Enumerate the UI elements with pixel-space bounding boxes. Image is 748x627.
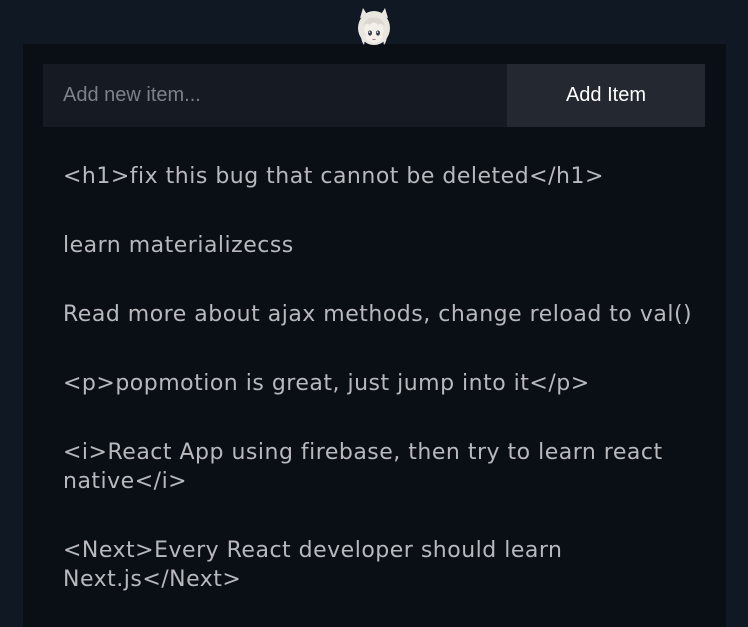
todo-item[interactable]: <i>React App using firebase, then try to… — [63, 438, 693, 496]
todo-list: <h1>fix this bug that cannot be deleted<… — [63, 162, 693, 627]
add-item-button[interactable]: Add Item — [507, 64, 705, 127]
todo-item[interactable]: Read more about ajax methods, change rel… — [63, 300, 693, 329]
anime-girl-avatar-icon — [358, 8, 390, 45]
todo-panel: Add Item <h1>fix this bug that cannot be… — [23, 44, 726, 627]
todo-item[interactable]: <Next>Every React developer should learn… — [63, 536, 693, 594]
todo-item[interactable]: <p>popmotion is great, just jump into it… — [63, 369, 693, 398]
todo-item[interactable]: learn materializecss — [63, 231, 693, 260]
new-item-input[interactable] — [43, 64, 507, 127]
todo-item[interactable]: <h1>fix this bug that cannot be deleted<… — [63, 162, 693, 191]
add-item-form: Add Item — [43, 64, 705, 127]
page: Add Item <h1>fix this bug that cannot be… — [0, 0, 748, 627]
avatar-icon — [355, 8, 393, 46]
